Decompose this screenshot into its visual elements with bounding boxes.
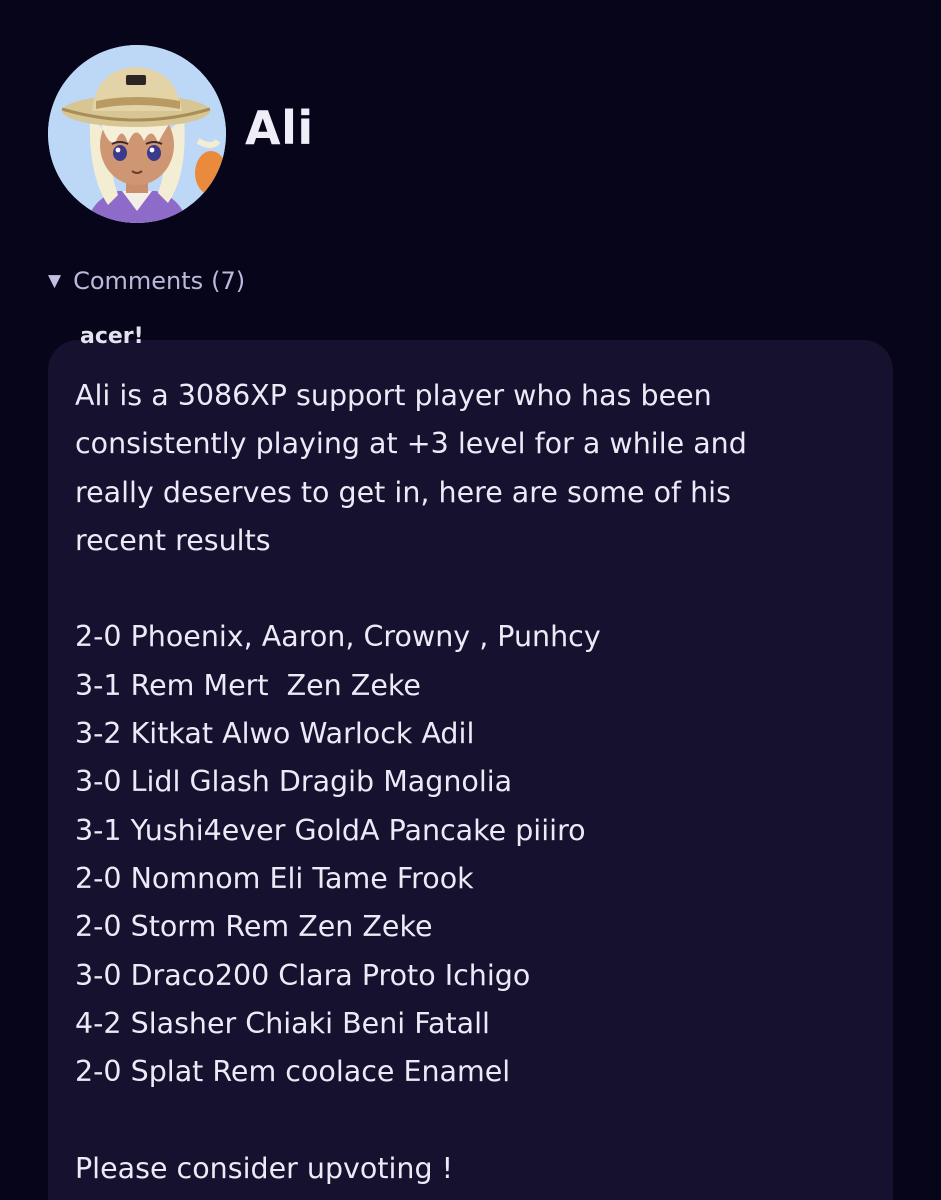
comment-line: 4-2 Slasher Chiaki Beni Fatall bbox=[75, 1006, 490, 1040]
comment-line: 2-0 Storm Rem Zen Zeke bbox=[75, 910, 433, 944]
comment-author[interactable]: acer! bbox=[80, 324, 144, 350]
comment-card: Ali is a 3086XP support player who has b… bbox=[48, 340, 893, 1200]
comment-line: 2-0 Nomnom Eli Tame Frook bbox=[75, 861, 474, 895]
profile-avatar[interactable] bbox=[48, 45, 226, 223]
comment-line bbox=[75, 565, 865, 613]
comment-line bbox=[75, 1096, 865, 1144]
anime-character-straw-hat-avatar-icon bbox=[48, 45, 226, 223]
comment-line: consistently playing at +3 level for a w… bbox=[75, 427, 747, 461]
comment-line: 3-0 Lidl Glash Dragib Magnolia bbox=[75, 765, 513, 799]
comments-count: (7) bbox=[211, 267, 246, 295]
comment-line: 2-0 Splat Rem coolace Enamel bbox=[75, 1055, 511, 1089]
comment-line: 3-1 Yushi4ever GoldA Pancake piiiro bbox=[75, 813, 586, 847]
comment-line: 3-2 Kitkat Alwo Warlock Adil bbox=[75, 717, 475, 751]
comment-line: recent results bbox=[75, 523, 271, 557]
comment-line: 3-1 Rem Mert Zen Zeke bbox=[75, 668, 421, 702]
comment-line: really deserves to get in, here are some… bbox=[75, 475, 731, 509]
comment-line: Ali is a 3086XP support player who has b… bbox=[75, 379, 712, 412]
comments-toggle[interactable]: ▼ Comments (7) bbox=[48, 264, 245, 298]
comments-label: Comments bbox=[73, 267, 204, 295]
comment-line: 3-0 Draco200 Clara Proto Ichigo bbox=[75, 958, 531, 992]
comment-line: 2-0 Phoenix, Aaron, Crowny , Punhcy bbox=[75, 620, 601, 654]
triangle-down-icon: ▼ bbox=[48, 270, 62, 291]
profile-name: Ali bbox=[245, 101, 314, 155]
comment-line: Please consider upvoting ! bbox=[75, 1151, 454, 1185]
